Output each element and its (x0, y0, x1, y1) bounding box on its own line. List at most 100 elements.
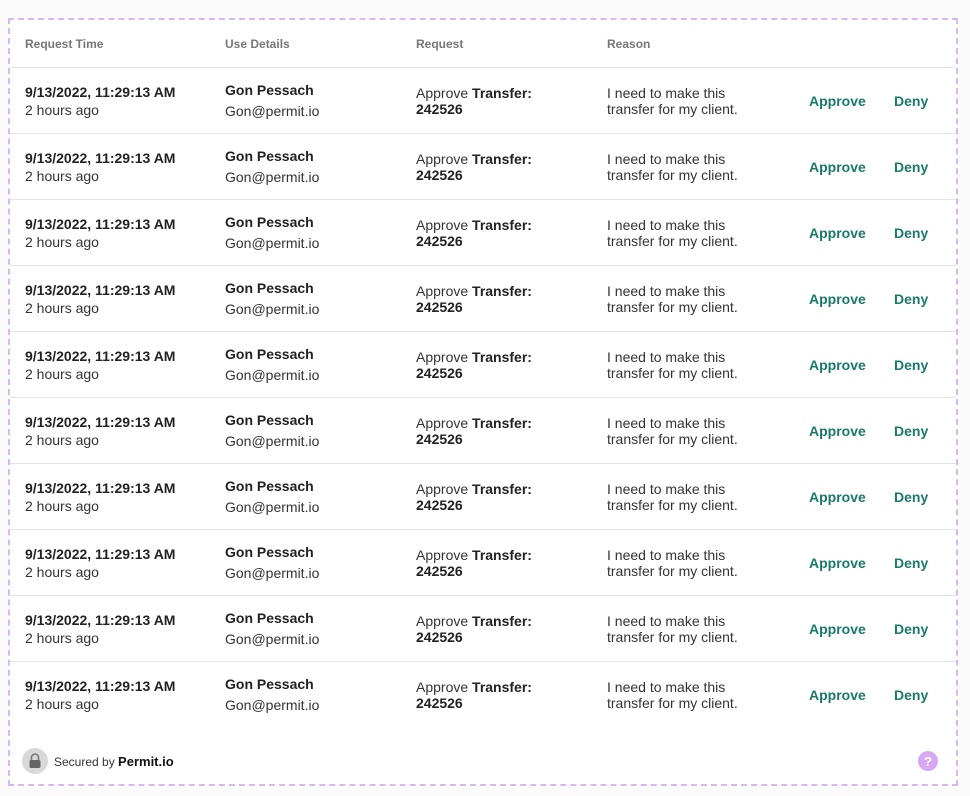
request-id: 242526 (416, 695, 463, 711)
request-line-1: Approve Transfer: (416, 85, 532, 101)
user-email: Gon@permit.io (225, 432, 320, 449)
request-id: 242526 (416, 496, 463, 513)
reason-line-1: I need to make this (607, 679, 726, 695)
request-timestamp: 9/13/2022, 11:29:13 AM (25, 611, 176, 628)
request-line-1: Approve Transfer: (416, 415, 532, 431)
deny-button[interactable]: Deny (894, 621, 928, 637)
user-details-cell: Gon Pessach Gon@permit.io (225, 609, 319, 649)
request-line-2: 242526 (416, 563, 532, 579)
reason-cell: I need to make this transfer for my clie… (607, 349, 767, 381)
request-time-cell: 9/13/2022, 11:29:13 AM 2 hours ago (25, 677, 175, 713)
user-details-cell: Gon Pessach Gon@permit.io (225, 477, 319, 517)
approve-button[interactable]: Approve (809, 489, 866, 505)
request-cell: Approve Transfer: 242526 (416, 283, 532, 315)
approve-button[interactable]: Approve (809, 687, 866, 703)
deny-button[interactable]: Deny (894, 159, 928, 175)
deny-button[interactable]: Deny (894, 357, 928, 373)
reason-line-1: I need to make this (607, 546, 726, 563)
deny-button[interactable]: Deny (894, 423, 928, 439)
approve-button[interactable]: Approve (809, 159, 866, 175)
reason-line-1: I need to make this (607, 282, 726, 299)
request-prefix: Approve (416, 348, 469, 365)
request-line-1: Approve Transfer: (416, 217, 532, 233)
request-prefix: Approve (416, 480, 469, 497)
user-email: Gon@permit.io (225, 300, 320, 317)
reason-line-2: transfer for my client. (607, 562, 738, 579)
table-row: 9/13/2022, 11:29:13 AM 2 hours ago Gon P… (10, 266, 956, 332)
reason-line-2: transfer for my client. (607, 100, 738, 117)
request-line-2: 242526 (416, 497, 532, 513)
request-prefix: Approve (416, 84, 469, 101)
request-line-2: 242526 (416, 299, 532, 315)
secured-by-label: Secured by (54, 754, 115, 769)
request-prefix: Approve (416, 150, 469, 167)
request-cell: Approve Transfer: 242526 (416, 415, 532, 447)
user-name: Gon Pessach (225, 676, 314, 692)
request-line-2: 242526 (416, 365, 532, 381)
reason-cell: I need to make this transfer for my clie… (607, 679, 767, 711)
user-details-cell: Gon Pessach Gon@permit.io (225, 147, 319, 187)
request-time-cell: 9/13/2022, 11:29:13 AM 2 hours ago (25, 347, 175, 383)
user-details-cell: Gon Pessach Gon@permit.io (225, 279, 319, 319)
request-relative-time: 2 hours ago (25, 563, 99, 580)
request-relative-time: 2 hours ago (25, 497, 99, 514)
request-time-cell: 9/13/2022, 11:29:13 AM 2 hours ago (25, 149, 175, 185)
request-line-1: Approve Transfer: (416, 679, 532, 695)
deny-button[interactable]: Deny (894, 225, 928, 241)
reason-line-2: transfer for my client. (607, 695, 738, 711)
deny-button[interactable]: Deny (894, 489, 928, 505)
user-email: Gon@permit.io (225, 630, 320, 647)
request-line-2: 242526 (416, 431, 532, 447)
user-name: Gon Pessach (225, 213, 314, 230)
request-label: Transfer: (472, 612, 532, 629)
table-row: 9/13/2022, 11:29:13 AM 2 hours ago Gon P… (10, 134, 956, 200)
deny-button[interactable]: Deny (894, 687, 928, 703)
approve-button[interactable]: Approve (809, 225, 866, 241)
request-relative-time: 2 hours ago (25, 629, 99, 646)
request-label: Transfer: (472, 348, 532, 365)
request-cell: Approve Transfer: 242526 (416, 151, 532, 183)
user-name: Gon Pessach (225, 411, 314, 428)
header-use-details: Use Details (225, 36, 290, 51)
approve-button[interactable]: Approve (809, 621, 866, 637)
brand-link[interactable]: Permit.io (118, 754, 174, 769)
user-email: Gon@permit.io (225, 498, 320, 515)
reason-cell: I need to make this transfer for my clie… (607, 151, 767, 183)
deny-button[interactable]: Deny (894, 555, 928, 571)
reason-line-1: I need to make this (607, 612, 726, 629)
approve-button[interactable]: Approve (809, 291, 866, 307)
table-row: 9/13/2022, 11:29:13 AM 2 hours ago Gon P… (10, 398, 956, 464)
request-line-2: 242526 (416, 233, 532, 249)
request-cell: Approve Transfer: 242526 (416, 547, 532, 579)
deny-button[interactable]: Deny (894, 93, 928, 109)
request-relative-time: 2 hours ago (25, 299, 99, 316)
user-email: Gon@permit.io (225, 168, 320, 185)
request-line-1: Approve Transfer: (416, 547, 532, 563)
user-name: Gon Pessach (225, 609, 314, 626)
request-timestamp: 9/13/2022, 11:29:13 AM (25, 479, 176, 496)
help-icon[interactable]: ? (918, 751, 938, 771)
approve-button[interactable]: Approve (809, 423, 866, 439)
table-row: 9/13/2022, 11:29:13 AM 2 hours ago Gon P… (10, 200, 956, 266)
request-timestamp: 9/13/2022, 11:29:13 AM (25, 215, 176, 232)
reason-cell: I need to make this transfer for my clie… (607, 613, 767, 645)
request-prefix: Approve (416, 216, 469, 233)
reason-line-2: transfer for my client. (607, 232, 738, 249)
request-label: Transfer: (472, 150, 532, 167)
request-prefix: Approve (416, 679, 469, 695)
request-id: 242526 (416, 430, 463, 447)
approve-button[interactable]: Approve (809, 357, 866, 373)
request-id: 242526 (416, 100, 463, 117)
deny-button[interactable]: Deny (894, 291, 928, 307)
request-cell: Approve Transfer: 242526 (416, 217, 532, 249)
request-time-cell: 9/13/2022, 11:29:13 AM 2 hours ago (25, 215, 175, 251)
request-time-cell: 9/13/2022, 11:29:13 AM 2 hours ago (25, 545, 175, 581)
approve-button[interactable]: Approve (809, 93, 866, 109)
user-email: Gon@permit.io (225, 697, 320, 713)
user-name: Gon Pessach (225, 81, 314, 98)
request-line-1: Approve Transfer: (416, 151, 532, 167)
request-timestamp: 9/13/2022, 11:29:13 AM (25, 678, 176, 694)
request-prefix: Approve (416, 612, 469, 629)
approve-button[interactable]: Approve (809, 555, 866, 571)
request-label: Transfer: (472, 282, 532, 299)
